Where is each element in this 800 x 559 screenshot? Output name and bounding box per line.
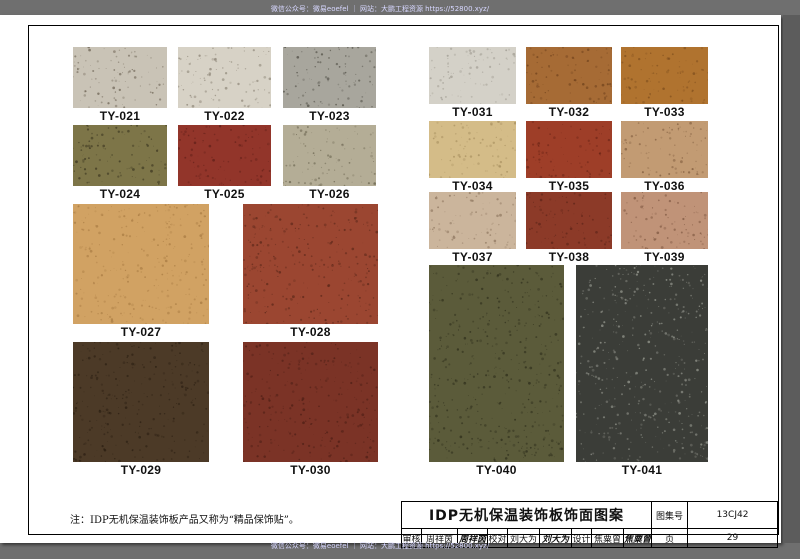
swatch-texture	[429, 121, 516, 178]
swatch-texture	[73, 47, 165, 108]
swatch-label: TY-026	[309, 187, 350, 201]
swatch-label: TY-023	[309, 109, 350, 123]
swatch-ty-030	[243, 342, 378, 462]
swatch-ty-025	[178, 125, 271, 186]
footnote: 注：IDP无机保温装饰板产品又称为“精品保饰贴”。	[70, 515, 299, 526]
atlas-number: 13CJ42	[688, 502, 778, 529]
swatch-label: TY-039	[644, 250, 685, 264]
swatch-label: TY-029	[120, 463, 162, 477]
swatch-texture	[526, 192, 612, 249]
swatch-texture	[178, 47, 271, 108]
swatch-ty-022	[178, 47, 271, 108]
swatch-ty-041	[576, 265, 708, 462]
swatch-ty-040	[429, 265, 564, 462]
swatch-texture	[243, 342, 378, 462]
swatch-label: TY-036	[644, 179, 685, 193]
swatch-texture	[178, 125, 271, 186]
swatch-texture	[621, 121, 707, 177]
swatch-ty-036	[621, 121, 708, 178]
swatch-label: TY-040	[476, 463, 517, 477]
swatch-label: TY-025	[204, 187, 245, 201]
swatch-label: TY-027	[120, 325, 162, 339]
swatch-texture	[623, 192, 708, 249]
swatch-texture	[526, 47, 612, 104]
swatch-ty-029	[73, 342, 209, 462]
swatch-texture	[429, 192, 516, 249]
swatch-label: TY-034	[452, 179, 493, 193]
watermark-bottom: 微信公众号：微易eoefel ｜ 网站：大鹏工程资源 https://52800…	[270, 542, 490, 550]
swatch-texture	[576, 265, 708, 462]
swatch-ty-038	[526, 192, 612, 249]
swatch-texture	[73, 342, 209, 462]
swatch-label: TY-035	[548, 179, 590, 193]
swatch-label: TY-024	[99, 187, 141, 201]
drawing-sheet: TY-021 TY-022 TY-023 TY-024 TY-025 TY-026 TY-0…	[0, 15, 781, 549]
swatch-label: TY-037	[452, 250, 493, 264]
swatch-label: TY-028	[290, 325, 331, 339]
swatch-texture	[429, 265, 564, 462]
swatch-label: TY-041	[621, 463, 663, 477]
swatch-texture	[526, 121, 611, 178]
swatch-ty-021	[73, 47, 167, 108]
swatch-ty-028	[243, 204, 378, 324]
swatch-ty-031	[429, 47, 516, 104]
swatch-label: TY-033	[644, 105, 685, 119]
swatch-ty-033	[621, 47, 708, 104]
swatch-ty-026	[283, 125, 376, 186]
swatch-ty-037	[429, 192, 516, 249]
swatch-texture	[621, 47, 708, 104]
swatch-texture	[283, 125, 376, 186]
swatch-label: TY-032	[548, 105, 590, 119]
swatch-label: TY-030	[290, 463, 331, 477]
swatch-texture	[73, 204, 209, 324]
swatch-texture	[73, 125, 167, 185]
swatch-label: TY-038	[548, 250, 590, 264]
watermark-top: 微信公众号：微易eoefel ｜ 网站：大鹏工程资源 https://52800…	[270, 5, 490, 13]
swatch-ty-024	[73, 125, 167, 186]
swatch-ty-039	[621, 192, 708, 249]
swatch-ty-027	[73, 204, 209, 324]
swatch-ty-035	[526, 121, 612, 178]
swatch-label: TY-031	[452, 105, 493, 119]
swatch-label: TY-021	[99, 109, 141, 123]
swatch-ty-034	[429, 121, 516, 178]
swatch-ty-023	[283, 47, 376, 108]
swatch-label: TY-022	[204, 109, 245, 123]
swatch-ty-032	[526, 47, 612, 104]
swatch-texture	[243, 204, 378, 324]
atlas-label: 图集号	[652, 502, 688, 529]
swatch-texture	[283, 47, 376, 108]
drawing-title: IDP无机保温装饰板饰面图案	[402, 502, 652, 529]
swatch-texture	[429, 47, 516, 104]
vertical-scrollbar[interactable]	[783, 15, 800, 543]
